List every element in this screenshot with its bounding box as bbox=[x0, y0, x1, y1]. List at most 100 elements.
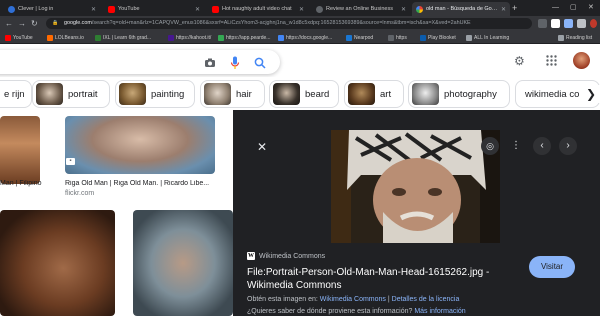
close-icon[interactable]: ✕ bbox=[299, 6, 304, 13]
chip-hair[interactable]: hair bbox=[200, 80, 265, 108]
chip-photography[interactable]: photography bbox=[408, 80, 510, 108]
bookmarks-bar: YouTube LOLBeans.io IXL | Learn 6th grad… bbox=[0, 31, 600, 44]
chip-art[interactable]: art bbox=[344, 80, 404, 108]
result-image-riga-old-man[interactable] bbox=[65, 116, 215, 174]
preview-title[interactable]: File:Portrait-Person-Old-Man-Man-Head-16… bbox=[247, 266, 527, 292]
result-image-turban-man[interactable] bbox=[0, 210, 115, 316]
chip-label: e rijn bbox=[4, 88, 25, 100]
tab-title: Clever | Log in bbox=[18, 6, 54, 12]
bookmark-ixl[interactable]: IXL | Learn 6th grad... bbox=[95, 33, 151, 42]
result-source: flickr.com bbox=[65, 190, 95, 197]
close-icon[interactable]: ✕ bbox=[195, 6, 200, 13]
extensions-puzzle-icon[interactable] bbox=[577, 19, 586, 28]
chip-label: hair bbox=[236, 88, 252, 100]
chip-painting[interactable]: painting bbox=[115, 80, 195, 108]
tab-clever[interactable]: Clever | Log in ✕ bbox=[4, 2, 100, 16]
tab-title: old man - Búsqueda de Google bbox=[426, 6, 498, 12]
kahoot-icon bbox=[168, 34, 174, 41]
camera-lens-icon[interactable] bbox=[204, 57, 216, 71]
bookmark-label: IXL | Learn 6th grad... bbox=[103, 34, 152, 41]
image-preview-panel: ✕ ◎ ⋮ ‹ › W Wikimedia Commons File:Portr… bbox=[233, 110, 600, 316]
more-info-link[interactable]: Más información bbox=[414, 308, 465, 315]
preview-image[interactable] bbox=[331, 130, 500, 243]
bookmark-lolbeans[interactable]: LOLBeans.io bbox=[47, 33, 84, 42]
bookmark-nearpod[interactable]: Nearpod bbox=[346, 33, 373, 42]
visit-button[interactable]: Visitar bbox=[529, 256, 575, 278]
chip-thumbnail bbox=[36, 83, 63, 105]
blooket-icon bbox=[420, 34, 426, 41]
avatar[interactable] bbox=[573, 52, 590, 69]
profile-icon[interactable] bbox=[590, 19, 597, 28]
previous-image-icon[interactable]: ‹ bbox=[533, 137, 551, 155]
docs-icon bbox=[278, 34, 284, 41]
license-details-link[interactable]: Detalles de la licencia bbox=[392, 296, 460, 303]
bookmark-peardeck[interactable]: https://app.pearde... bbox=[218, 33, 270, 42]
bookmark-label: YouTube bbox=[13, 34, 33, 41]
bookmark-blooket[interactable]: Play Blooket bbox=[420, 33, 456, 42]
tab-google-search[interactable]: old man - Búsqueda de Google ✕ bbox=[412, 2, 510, 16]
search-icon[interactable] bbox=[254, 57, 266, 71]
source-name: Wikimedia Commons bbox=[259, 252, 326, 260]
bookmark-https[interactable]: https bbox=[388, 33, 407, 42]
source-link[interactable]: Wikimedia Commons bbox=[320, 296, 386, 303]
close-icon[interactable]: ✕ bbox=[501, 6, 506, 13]
extension-icon[interactable] bbox=[564, 19, 573, 28]
tab-review-business[interactable]: Review an Online Business ✕ bbox=[312, 2, 410, 16]
tab-title: Hot naughty adult video chat bbox=[222, 6, 292, 12]
chip-thumbnail bbox=[119, 83, 146, 105]
new-tab-plus-icon[interactable]: + bbox=[512, 2, 517, 14]
address-bar[interactable]: 🔒 google.com/search?q=old+man&rlz=1CAPQV… bbox=[46, 18, 532, 29]
result-image-filipino-man[interactable] bbox=[0, 116, 40, 184]
youtube-icon bbox=[5, 34, 11, 41]
bookmark-kahoot[interactable]: https://kahoot.it/ bbox=[168, 33, 211, 42]
forward-arrow-icon[interactable]: → bbox=[18, 19, 26, 28]
page-icon bbox=[388, 34, 394, 41]
apps-grid-icon[interactable] bbox=[546, 55, 557, 68]
preview-source[interactable]: W Wikimedia Commons bbox=[247, 252, 325, 260]
result-image-hooded-man[interactable] bbox=[133, 210, 233, 316]
more-options-icon[interactable]: ⋮ bbox=[507, 137, 525, 155]
separator: | bbox=[387, 296, 390, 303]
chip-label: photography bbox=[444, 88, 497, 100]
bookmark-google-docs[interactable]: https://docs.google... bbox=[278, 33, 332, 42]
chip-beard[interactable]: beard bbox=[269, 80, 339, 108]
reading-list[interactable]: Reading list bbox=[558, 33, 592, 42]
next-image-icon[interactable]: › bbox=[559, 137, 577, 155]
chip-rijn[interactable]: e rijn bbox=[0, 80, 32, 108]
browser-toolbar: ← → ↻ 🔒 google.com/search?q=old+man&rlz=… bbox=[0, 16, 600, 31]
chip-label: wikimedia co bbox=[525, 88, 580, 100]
tab-youtube[interactable]: YouTube ✕ bbox=[104, 2, 204, 16]
chip-thumbnail bbox=[273, 83, 300, 105]
close-icon[interactable]: ✕ bbox=[401, 6, 406, 13]
bookmark-all-in-learning[interactable]: ALL In Learning bbox=[466, 33, 509, 42]
tab-video-chat[interactable]: Hot naughty adult video chat ✕ bbox=[208, 2, 308, 16]
url-path: /search?q=old+man&rlz=1CAPQVW_enus1086&s… bbox=[91, 20, 471, 26]
share-icon[interactable] bbox=[538, 19, 547, 28]
microphone-icon[interactable] bbox=[230, 56, 240, 72]
bookmark-label: Play Blooket bbox=[428, 34, 456, 41]
chevron-right-icon[interactable]: ❯ bbox=[582, 85, 600, 103]
back-arrow-icon[interactable]: ← bbox=[5, 19, 13, 28]
preview-license-line: Obtén esta imagen en: Wikimedia Commons … bbox=[247, 296, 577, 303]
lens-search-icon[interactable]: ◎ bbox=[481, 137, 499, 155]
nearpod-icon bbox=[346, 34, 352, 41]
minimize-icon[interactable]: — bbox=[552, 2, 559, 14]
reading-list-icon bbox=[558, 34, 564, 41]
tab-title: YouTube bbox=[118, 6, 140, 12]
bookmark-star-icon[interactable] bbox=[551, 19, 560, 28]
bookmark-label: Reading list bbox=[566, 34, 593, 41]
bookmark-label: https://app.pearde... bbox=[226, 34, 271, 41]
image-results-grid: Man | Filipino ... ▪ Riga Old Man | Riga… bbox=[0, 110, 233, 316]
result-caption[interactable]: Riga Old Man | Riga Old Man. | Ricardo L… bbox=[65, 180, 217, 187]
close-icon[interactable]: ✕ bbox=[253, 138, 271, 156]
chip-portrait[interactable]: portrait bbox=[32, 80, 110, 108]
result-caption[interactable]: Man | Filipino ... bbox=[0, 180, 44, 187]
close-icon[interactable]: ✕ bbox=[91, 6, 96, 13]
maximize-icon[interactable]: ▢ bbox=[570, 2, 577, 14]
window-close-icon[interactable]: ✕ bbox=[588, 2, 594, 14]
reload-icon[interactable]: ↻ bbox=[31, 19, 38, 28]
bookmark-youtube[interactable]: YouTube bbox=[5, 33, 33, 42]
google-favicon-icon bbox=[416, 5, 423, 13]
google-header: ⚙ bbox=[0, 44, 600, 77]
gear-icon[interactable]: ⚙ bbox=[514, 55, 525, 67]
